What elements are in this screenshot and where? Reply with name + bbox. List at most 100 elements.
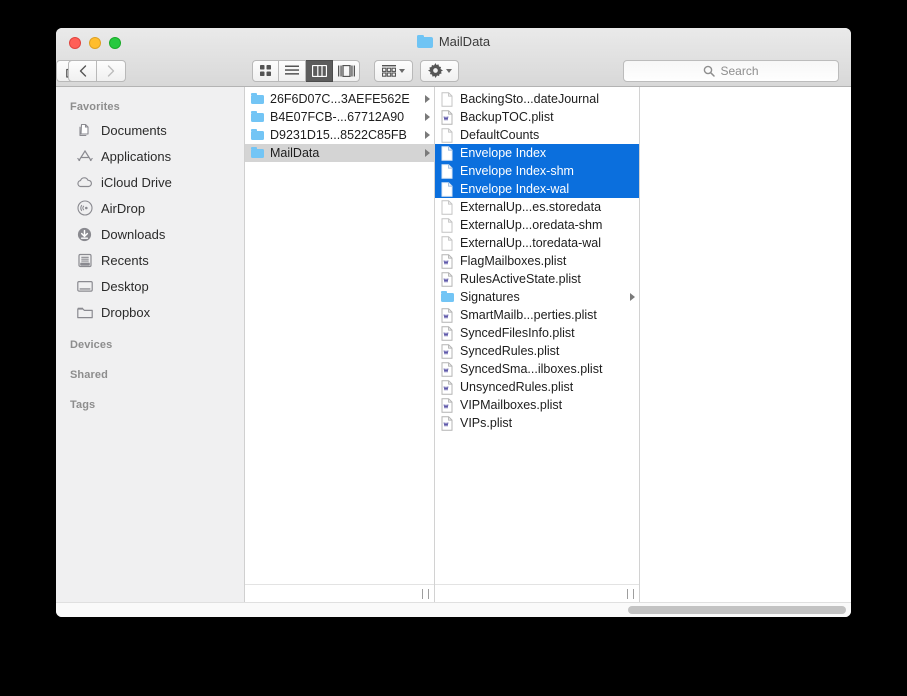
- sidebar-item-label: AirDrop: [101, 201, 145, 216]
- disclosure-arrow-icon: [425, 131, 430, 139]
- resize-grip-icon: [627, 589, 634, 599]
- list-item-label: ExternalUp...toredata-wal: [460, 236, 635, 250]
- folder-icon: [251, 146, 264, 161]
- window-body: Favorites Documents: [56, 87, 851, 602]
- list-item[interactable]: UnsyncedRules.plist: [435, 378, 639, 396]
- sidebar-item-icloud-drive[interactable]: iCloud Drive: [56, 169, 244, 195]
- minimize-button[interactable]: [89, 37, 101, 49]
- sidebar-item-dropbox[interactable]: Dropbox: [56, 299, 244, 325]
- list-item[interactable]: 26F6D07C...3AEFE562E: [245, 90, 434, 108]
- list-item-label: Envelope Index: [460, 146, 635, 160]
- window-titlebar[interactable]: MailData: [56, 28, 851, 87]
- list-item-label: BackingSto...dateJournal: [460, 92, 635, 106]
- list-item[interactable]: ExternalUp...oredata-shm: [435, 216, 639, 234]
- list-item[interactable]: SyncedRules.plist: [435, 342, 639, 360]
- list-item-label: DefaultCounts: [460, 128, 635, 142]
- finder-window: MailData: [56, 28, 851, 617]
- sidebar-item-desktop[interactable]: Desktop: [56, 273, 244, 299]
- list-view-button[interactable]: [279, 60, 306, 82]
- list-item[interactable]: FlagMailboxes.plist: [435, 252, 639, 270]
- list-item-label: SyncedFilesInfo.plist: [460, 326, 635, 340]
- list-item[interactable]: ExternalUp...toredata-wal: [435, 234, 639, 252]
- plist-icon: [441, 344, 454, 359]
- column-3-preview[interactable]: [640, 87, 851, 602]
- document-icon: [441, 128, 454, 143]
- list-item[interactable]: VIPs.plist: [435, 414, 639, 432]
- grid-icon: [259, 64, 272, 77]
- preview-pane: [640, 87, 851, 602]
- arrange-button[interactable]: [374, 60, 413, 82]
- column-2-resize-handle[interactable]: [435, 584, 639, 602]
- close-button[interactable]: [69, 37, 81, 49]
- downloads-icon: [76, 226, 93, 243]
- list-item-label: VIPs.plist: [460, 416, 635, 430]
- dropbox-folder-icon: [76, 304, 93, 321]
- search-placeholder: Search: [720, 64, 758, 78]
- list-item[interactable]: D9231D15...8522C85FB: [245, 126, 434, 144]
- column-view-button[interactable]: [306, 60, 333, 82]
- search-icon: [703, 65, 715, 77]
- list-item-selected[interactable]: Envelope Index-shm: [435, 162, 639, 180]
- window-title: MailData: [56, 34, 851, 49]
- folder-icon: [251, 92, 264, 107]
- list-item[interactable]: BackupTOC.plist: [435, 108, 639, 126]
- column-1-resize-handle[interactable]: [245, 584, 434, 602]
- list-item[interactable]: DefaultCounts: [435, 126, 639, 144]
- resize-grip-icon: [422, 589, 429, 599]
- sidebar-item-airdrop[interactable]: AirDrop: [56, 195, 244, 221]
- column-1: 26F6D07C...3AEFE562E B4E07FCB-...67712A9…: [245, 87, 435, 602]
- search-input[interactable]: Search: [623, 60, 839, 82]
- sidebar-item-applications[interactable]: Applications: [56, 143, 244, 169]
- list-item[interactable]: VIPMailboxes.plist: [435, 396, 639, 414]
- list-item-selected[interactable]: Envelope Index-wal: [435, 180, 639, 198]
- plist-icon: [441, 272, 454, 287]
- list-item-label: MailData: [270, 146, 419, 160]
- list-item[interactable]: ExternalUp...es.storedata: [435, 198, 639, 216]
- sidebar-item-label: Desktop: [101, 279, 149, 294]
- list-item[interactable]: RulesActiveState.plist: [435, 270, 639, 288]
- window-controls: [69, 37, 121, 49]
- gear-icon: [428, 63, 443, 78]
- chevron-left-icon: [79, 65, 87, 77]
- airdrop-icon: [76, 200, 93, 217]
- list-item-selected[interactable]: MailData: [245, 144, 434, 162]
- document-icon: [441, 200, 454, 215]
- list-item[interactable]: BackingSto...dateJournal: [435, 90, 639, 108]
- list-item-selected[interactable]: Envelope Index: [435, 144, 639, 162]
- sidebar-header-favorites: Favorites: [56, 96, 244, 117]
- disclosure-arrow-icon: [425, 95, 430, 103]
- document-icon: [441, 182, 454, 197]
- list-item[interactable]: Signatures: [435, 288, 639, 306]
- list-item[interactable]: SyncedFilesInfo.plist: [435, 324, 639, 342]
- list-item[interactable]: SyncedSma...ilboxes.plist: [435, 360, 639, 378]
- column-1-list: 26F6D07C...3AEFE562E B4E07FCB-...67712A9…: [245, 87, 434, 584]
- list-item-label: ExternalUp...es.storedata: [460, 200, 635, 214]
- list-item[interactable]: SmartMailb...perties.plist: [435, 306, 639, 324]
- navigation-buttons: [68, 60, 126, 82]
- column-browser: 26F6D07C...3AEFE562E B4E07FCB-...67712A9…: [245, 87, 851, 602]
- list-item[interactable]: B4E07FCB-...67712A90: [245, 108, 434, 126]
- forward-button[interactable]: [97, 60, 126, 82]
- sidebar-item-label: Documents: [101, 123, 167, 138]
- folder-icon: [251, 128, 264, 143]
- list-item-label: RulesActiveState.plist: [460, 272, 635, 286]
- disclosure-arrow-icon: [630, 293, 635, 301]
- back-button[interactable]: [68, 60, 97, 82]
- action-menu-button[interactable]: [420, 60, 459, 82]
- folder-icon: [251, 110, 264, 125]
- horizontal-scrollbar[interactable]: [56, 602, 851, 617]
- scrollbar-thumb[interactable]: [628, 606, 846, 614]
- icon-view-button[interactable]: [252, 60, 279, 82]
- plist-icon: [441, 308, 454, 323]
- applications-icon: [76, 148, 93, 165]
- sidebar-item-downloads[interactable]: Downloads: [56, 221, 244, 247]
- gallery-view-button[interactable]: [333, 60, 360, 82]
- sidebar-item-documents[interactable]: Documents: [56, 117, 244, 143]
- plist-icon: [441, 362, 454, 377]
- sidebar-item-label: Dropbox: [101, 305, 150, 320]
- sidebar-item-recents[interactable]: Recents: [56, 247, 244, 273]
- arrange-grid-icon: [382, 65, 396, 77]
- column-2-list: BackingSto...dateJournal BackupTOC.plist…: [435, 87, 639, 584]
- list-item-label: BackupTOC.plist: [460, 110, 635, 124]
- zoom-button[interactable]: [109, 37, 121, 49]
